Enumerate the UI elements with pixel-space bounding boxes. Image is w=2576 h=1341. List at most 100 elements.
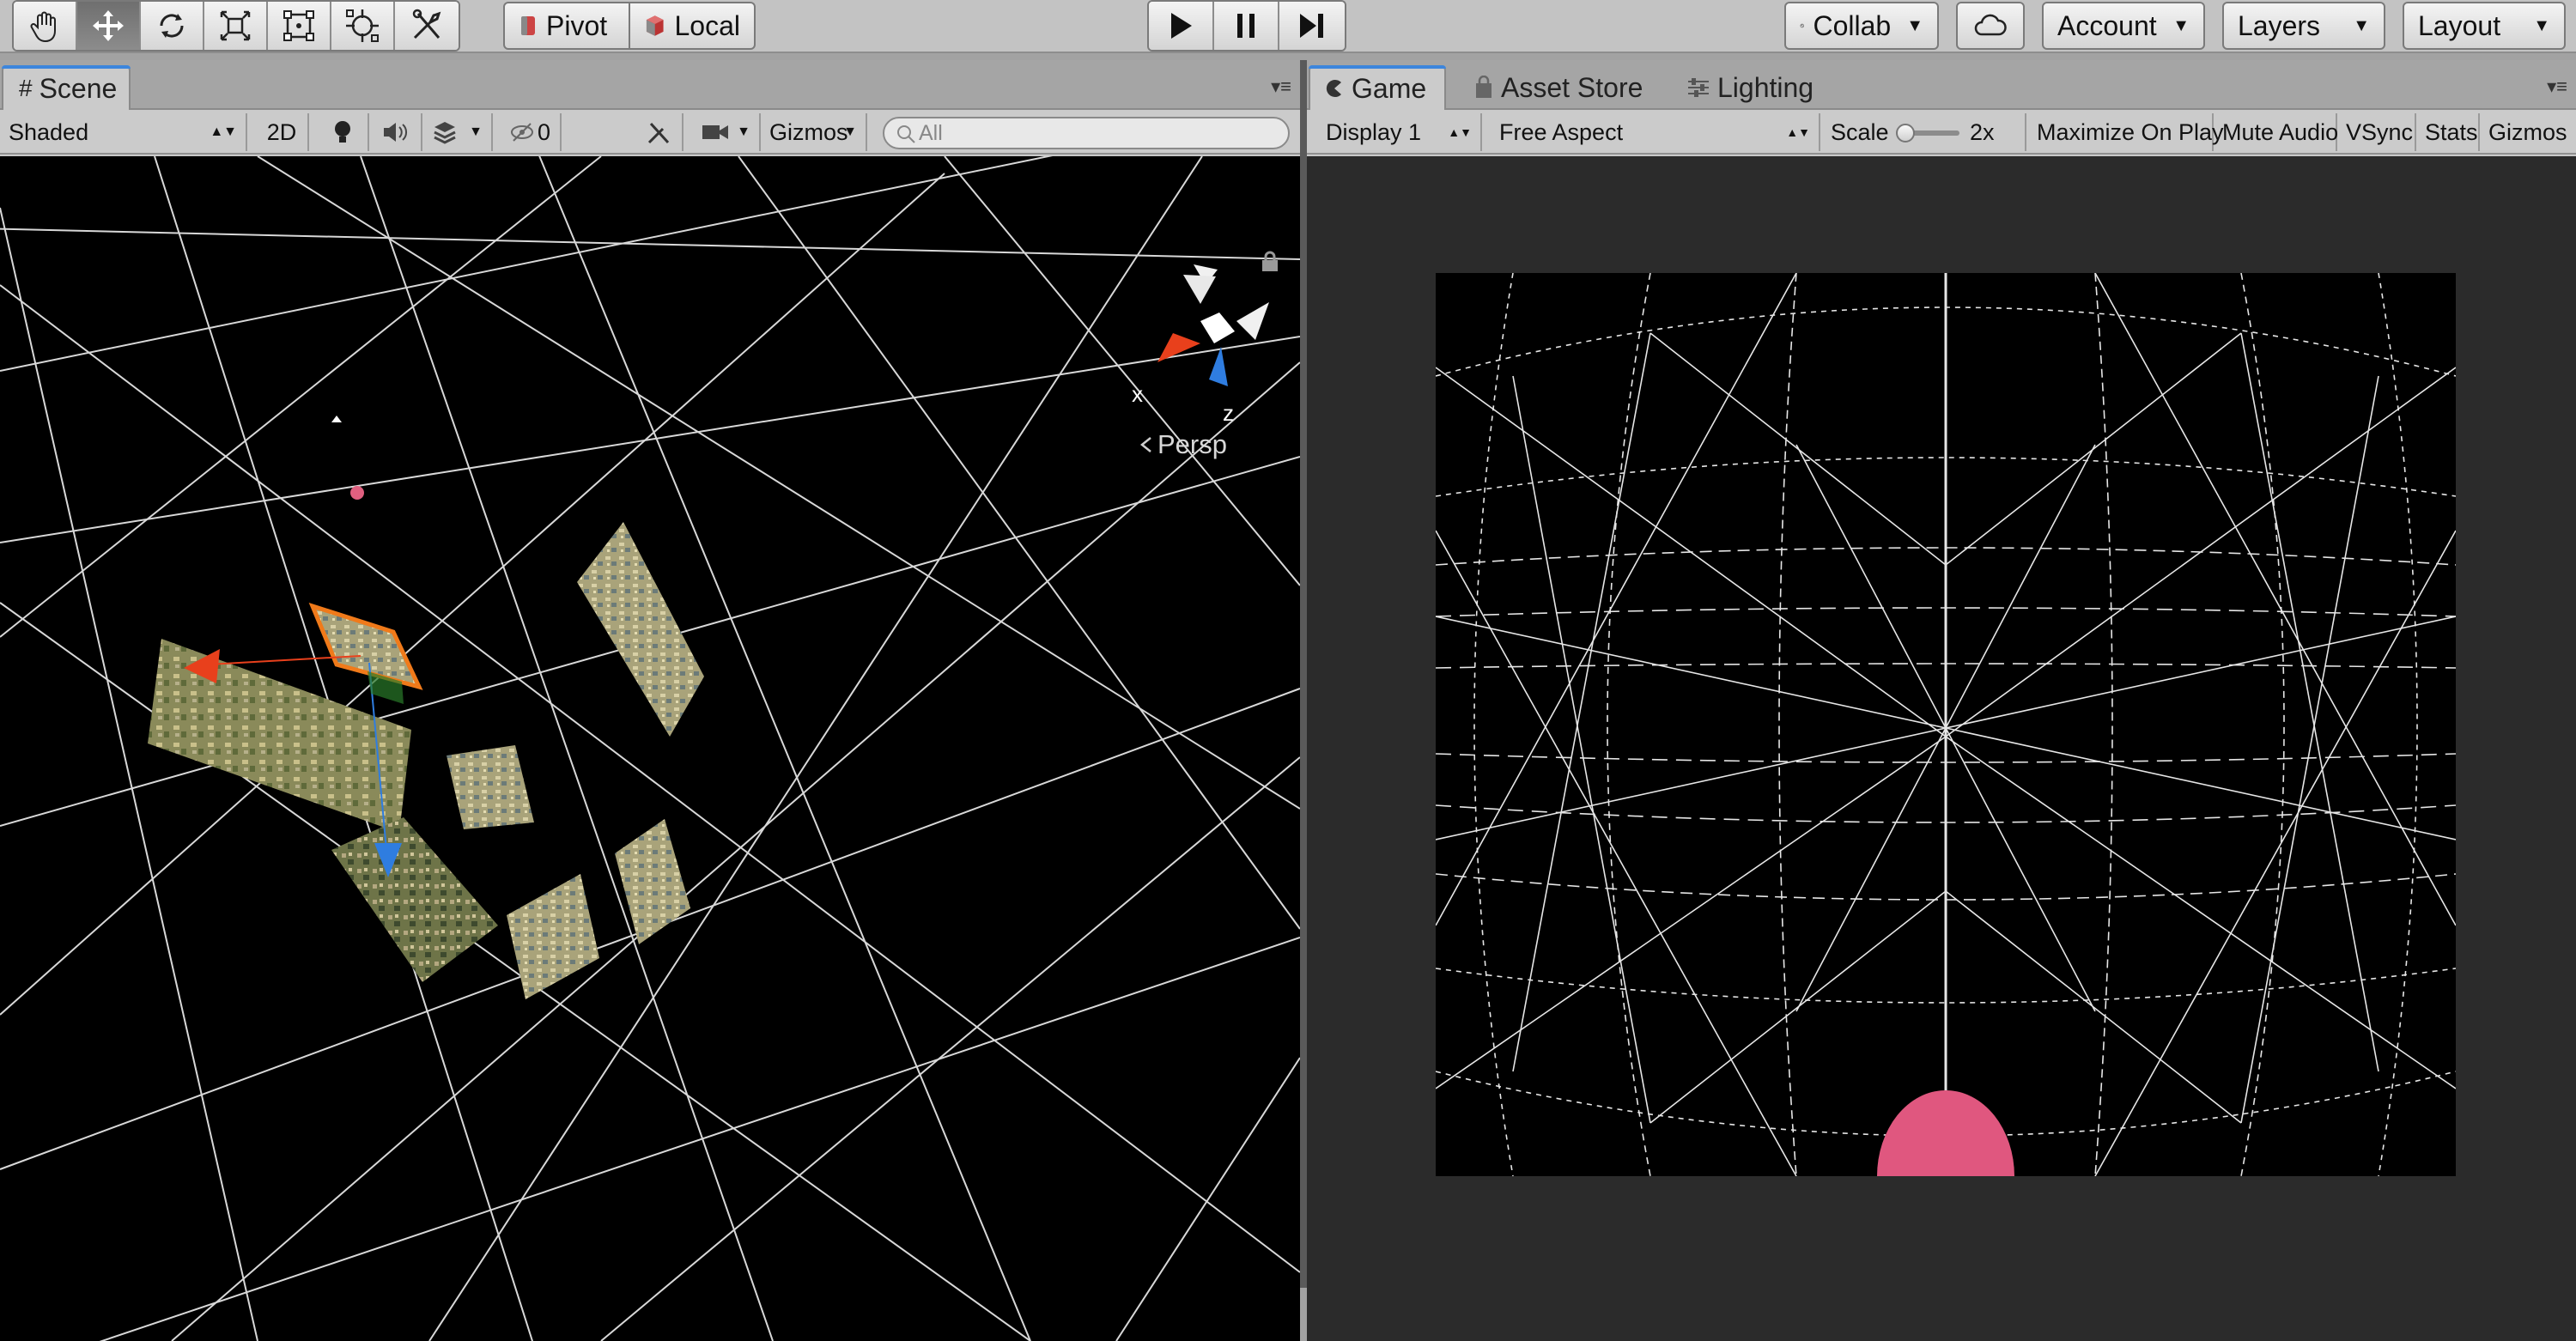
play-icon bbox=[1171, 13, 1192, 39]
scene-camera-dropdown[interactable]: ▼ bbox=[692, 113, 761, 151]
speaker-icon bbox=[384, 123, 408, 142]
step-button[interactable] bbox=[1279, 2, 1345, 50]
chevron-down-icon: ▼ bbox=[1906, 15, 1923, 35]
scale-slider-handle[interactable] bbox=[1896, 124, 1915, 143]
scene-search-input[interactable]: All bbox=[883, 117, 1290, 149]
custom-tool-button[interactable] bbox=[395, 2, 459, 50]
shading-mode-value: Shaded bbox=[9, 118, 89, 145]
collab-check-icon bbox=[1800, 23, 1805, 28]
game-gizmos-dropdown[interactable]: Gizmos bbox=[2480, 113, 2567, 151]
chevron-down-icon: ▼ bbox=[843, 124, 857, 139]
aspect-dropdown[interactable]: Free Aspect ▲▼ bbox=[1491, 113, 1820, 151]
layout-label: Layout bbox=[2418, 9, 2501, 41]
terrain-quad[interactable] bbox=[615, 819, 690, 944]
play-button[interactable] bbox=[1149, 2, 1214, 50]
collab-dropdown[interactable]: Collab ▼ bbox=[1784, 2, 1939, 50]
tab-lighting[interactable]: Lighting bbox=[1671, 65, 1829, 110]
account-dropdown[interactable]: Account ▼ bbox=[2042, 2, 2205, 50]
tab-scene[interactable]: # Scene bbox=[2, 65, 131, 110]
rect-tool-button[interactable] bbox=[268, 2, 331, 50]
panel-menu-icon[interactable]: ▾≡ bbox=[1271, 76, 1291, 98]
scene-viewport[interactable]: x z Persp bbox=[0, 156, 1300, 1341]
scene-tools-button[interactable] bbox=[634, 113, 683, 151]
cloud-services-button[interactable] bbox=[1956, 2, 2025, 50]
rect-transform-icon bbox=[283, 10, 314, 41]
scale-label: Scale bbox=[1831, 118, 1889, 145]
terrain-quad[interactable] bbox=[447, 745, 534, 829]
scene-controlbar: Shaded ▲▼ 2D ▼ 0 ▼ Gizmos ▼ All bbox=[0, 110, 1300, 155]
scene-search-placeholder: All bbox=[919, 120, 943, 145]
move-arrows-icon bbox=[93, 10, 124, 41]
scene-effects-dropdown[interactable]: ▼ bbox=[422, 113, 493, 151]
panel-menu-icon[interactable]: ▾≡ bbox=[2547, 76, 2567, 98]
collab-label: Collab bbox=[1813, 9, 1892, 41]
tab-game[interactable]: Game bbox=[1309, 65, 1446, 110]
panel-splitter[interactable] bbox=[1300, 60, 1307, 1288]
persp-label[interactable]: Persp bbox=[1157, 429, 1227, 459]
pause-button[interactable] bbox=[1214, 2, 1279, 50]
eye-slash-icon bbox=[511, 123, 533, 142]
scene-gizmos-label: Gizmos bbox=[769, 118, 848, 145]
vsync-toggle[interactable]: VSync bbox=[2337, 113, 2416, 151]
scene-tabbar: # Scene ▾≡ bbox=[0, 60, 1300, 110]
terrain-quad[interactable] bbox=[507, 874, 599, 999]
vsync-label: VSync bbox=[2346, 118, 2414, 145]
chevron-down-icon: ▼ bbox=[469, 124, 483, 139]
hand-icon bbox=[30, 11, 56, 43]
game-tabbar: Game Asset Store Lighting ▾≡ bbox=[1307, 60, 2576, 110]
mute-audio-label: Mute Audio bbox=[2222, 118, 2339, 145]
transform-tool-button[interactable] bbox=[331, 2, 395, 50]
chevron-updown-icon: ▲▼ bbox=[1786, 125, 1810, 139]
stats-toggle[interactable]: Stats bbox=[2416, 113, 2480, 151]
scene-lighting-toggle[interactable] bbox=[318, 113, 369, 151]
scale-icon bbox=[220, 10, 251, 41]
scale-control: Scale 2x bbox=[1822, 113, 2026, 151]
shading-mode-dropdown[interactable]: Shaded ▲▼ bbox=[0, 113, 247, 151]
move-tool-button[interactable] bbox=[77, 2, 141, 50]
scale-value: 2x bbox=[1970, 118, 1995, 145]
lightbulb-icon bbox=[335, 121, 350, 143]
pivot-label: Pivot bbox=[546, 9, 608, 41]
scale-tool-button[interactable] bbox=[204, 2, 268, 50]
axis-z-label: z bbox=[1223, 400, 1234, 426]
chevron-down-icon: ▼ bbox=[2353, 15, 2370, 35]
maximize-on-play-toggle[interactable]: Maximize On Play bbox=[2028, 113, 2224, 151]
layers-dropdown[interactable]: Layers ▼ bbox=[2222, 2, 2385, 50]
tab-asset-store-label: Asset Store bbox=[1501, 71, 1643, 103]
mute-audio-toggle[interactable]: Mute Audio bbox=[2214, 113, 2339, 151]
search-icon bbox=[897, 125, 915, 143]
local-toggle-button[interactable]: Local bbox=[629, 2, 756, 50]
pivot-icon bbox=[521, 16, 535, 35]
pivot-toggle-button[interactable]: Pivot bbox=[503, 2, 630, 50]
scene-audio-toggle[interactable] bbox=[369, 113, 422, 151]
rotate-tool-button[interactable] bbox=[141, 2, 204, 50]
terrain-quad[interactable] bbox=[577, 522, 704, 737]
toggle-2d-label: 2D bbox=[266, 118, 297, 145]
lock-icon[interactable] bbox=[1261, 251, 1279, 273]
terrain-quad[interactable] bbox=[331, 817, 498, 982]
tab-asset-store[interactable]: Asset Store bbox=[1458, 65, 1658, 110]
effects-layers-icon bbox=[434, 122, 456, 144]
scene-panel: # Scene ▾≡ Shaded ▲▼ 2D ▼ 0 ▼ Gizmos ▼ A… bbox=[0, 60, 1300, 1341]
toggle-2d-button[interactable]: 2D bbox=[256, 113, 309, 151]
display-dropdown[interactable]: Display 1 ▲▼ bbox=[1317, 113, 1482, 151]
layout-dropdown[interactable]: Layout ▼ bbox=[2403, 2, 2566, 50]
orientation-gizmo[interactable]: x z Persp bbox=[1108, 261, 1297, 467]
light-source-icon bbox=[350, 486, 364, 500]
scene-gizmos-dropdown[interactable]: Gizmos ▼ bbox=[761, 113, 867, 151]
transform-tools bbox=[12, 0, 460, 52]
scene-grid-icon: # bbox=[19, 75, 33, 101]
hand-tool-button[interactable] bbox=[14, 2, 77, 50]
scene-view-canvas bbox=[0, 156, 1300, 1341]
axis-x-label: x bbox=[1132, 381, 1143, 407]
custom-editor-tool-icon bbox=[412, 9, 441, 39]
lighting-sliders-icon bbox=[1688, 78, 1709, 97]
aspect-value: Free Aspect bbox=[1499, 118, 1624, 145]
game-viewport[interactable] bbox=[1307, 156, 2576, 1341]
hidden-objects-toggle[interactable]: 0 bbox=[501, 113, 562, 151]
chevron-down-icon: ▲▼ bbox=[210, 124, 237, 139]
wrench-icon bbox=[647, 122, 670, 144]
selected-quad[interactable] bbox=[308, 602, 423, 690]
game-panel: Game Asset Store Lighting ▾≡ Display 1 ▲… bbox=[1307, 60, 2576, 1341]
game-view-render bbox=[1436, 273, 2456, 1176]
